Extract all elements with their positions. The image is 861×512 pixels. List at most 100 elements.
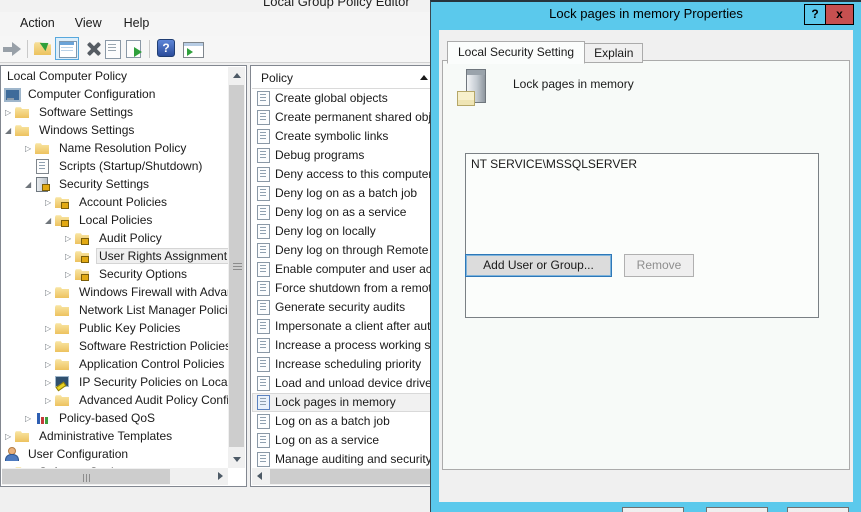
tree-item[interactable]: ▷IP Security Policies on Local C — [2, 373, 228, 391]
tree-item[interactable]: User Configuration — [2, 445, 228, 463]
expand-arrow-icon[interactable]: ▷ — [45, 374, 55, 392]
tree-item[interactable]: ◢Windows Settings — [2, 121, 228, 139]
policy-list-item[interactable]: Enable computer and user acc — [252, 260, 433, 279]
expand-arrow-icon[interactable]: ▷ — [45, 284, 55, 302]
tree-item[interactable]: ◢Security Settings — [2, 175, 228, 193]
show-window-icon[interactable] — [183, 39, 204, 59]
members-listbox[interactable]: NT SERVICE\MSSQLSERVER — [465, 153, 819, 318]
policy-list-item[interactable]: Create symbolic links — [252, 127, 433, 146]
expand-arrow-icon[interactable]: ▷ — [45, 320, 55, 338]
member-item[interactable]: NT SERVICE\MSSQLSERVER — [466, 154, 818, 174]
tree-item[interactable]: Local Computer Policy — [2, 67, 228, 85]
tree-item[interactable]: ▷Public Key Policies — [2, 319, 228, 337]
policy-list-item[interactable]: Deny log on locally — [252, 222, 433, 241]
tree-item[interactable]: ▷Administrative Templates — [2, 427, 228, 445]
tree-item[interactable]: Network List Manager Policie — [2, 301, 228, 319]
tree-item[interactable]: ▷Windows Firewall with Advan — [2, 283, 228, 301]
policy-list-item[interactable]: Increase scheduling priority — [252, 355, 433, 374]
policy-list-item[interactable]: Deny log on as a service — [252, 203, 433, 222]
expand-arrow-icon[interactable]: ▷ — [65, 248, 75, 266]
forward-arrow-icon[interactable] — [2, 39, 24, 59]
tree-item[interactable]: ▷Account Policies — [2, 193, 228, 211]
menu-help[interactable]: Help — [122, 12, 152, 30]
tree-item[interactable]: ▷Security Options — [2, 265, 228, 283]
export-list-icon[interactable] — [125, 39, 144, 59]
scrollbar-thumb[interactable] — [229, 85, 244, 447]
policy-list-item[interactable]: Deny log on through Remote — [252, 241, 433, 260]
expand-arrow-icon[interactable]: ▷ — [65, 230, 75, 248]
expand-arrow-icon[interactable]: ▷ — [45, 338, 55, 356]
menu-action[interactable]: Action — [18, 12, 57, 30]
dialog-title: Lock pages in memory Properties — [431, 6, 861, 21]
tree-item[interactable]: ▷Software Restriction Policies — [2, 337, 228, 355]
policy-list-item[interactable]: Debug programs — [252, 146, 433, 165]
policy-list-item[interactable]: Log on as a batch job — [252, 412, 433, 431]
expand-arrow-icon[interactable]: ▷ — [5, 104, 15, 122]
menu-view[interactable]: View — [73, 12, 104, 30]
dialog-close-button[interactable]: x — [826, 5, 853, 24]
policy-list-item[interactable]: Deny log on as a batch job — [252, 184, 433, 203]
expand-arrow-icon[interactable]: ▷ — [45, 356, 55, 374]
tree-item[interactable]: Scripts (Startup/Shutdown) — [2, 157, 228, 175]
tree-item[interactable]: ▷Software Settings — [2, 103, 228, 121]
policy-list-item[interactable]: Increase a process working set — [252, 336, 433, 355]
delete-icon[interactable] — [85, 39, 105, 59]
tree-item[interactable]: ▷Policy-based QoS — [2, 409, 228, 427]
scroll-up-button[interactable] — [228, 67, 245, 84]
cancel-button[interactable]: Cancel — [706, 507, 768, 512]
menu-file[interactable]: File — [0, 12, 4, 30]
expand-arrow-icon[interactable]: ▷ — [45, 194, 55, 212]
policy-list-item[interactable]: Create permanent shared obje — [252, 108, 433, 127]
policy-column-header[interactable]: Policy — [252, 67, 433, 89]
tree-item[interactable]: ▷ User Rights Assignment — [2, 247, 228, 265]
scroll-left-button[interactable] — [252, 468, 269, 485]
console-tree-toggle-icon[interactable] — [55, 37, 79, 60]
tree-item[interactable]: ▷Audit Policy — [2, 229, 228, 247]
policy-list-item[interactable]: Generate security audits — [252, 298, 433, 317]
tree-item[interactable]: ▷Name Resolution Policy — [2, 139, 228, 157]
help-icon[interactable] — [157, 39, 175, 57]
expand-arrow-icon[interactable]: ▷ — [5, 428, 15, 446]
policy-list-item[interactable]: Manage auditing and security — [252, 450, 433, 468]
dialog-help-button[interactable]: ? — [805, 5, 826, 24]
expand-arrow-icon[interactable]: ▷ — [25, 140, 35, 158]
properties-icon[interactable] — [104, 39, 121, 59]
apply-button[interactable]: Apply — [787, 507, 849, 512]
scroll-down-button[interactable] — [228, 451, 245, 468]
scroll-right-button[interactable] — [211, 468, 228, 485]
tree-vertical-scrollbar[interactable] — [228, 67, 245, 468]
tree-item[interactable]: ▷Application Control Policies — [2, 355, 228, 373]
tree-item[interactable]: ▷Advanced Audit Policy Confi — [2, 391, 228, 409]
policy-list-item[interactable]: Create global objects — [252, 89, 433, 108]
expand-arrow-icon[interactable]: ▷ — [65, 266, 75, 284]
scrollbar-thumb[interactable] — [2, 469, 170, 484]
add-user-or-group-button[interactable]: Add User or Group... — [465, 254, 612, 277]
tree-item[interactable]: Computer Configuration — [2, 85, 228, 103]
expand-arrow-icon[interactable]: ▷ — [45, 392, 55, 410]
policy-list-item[interactable]: Deny access to this computer — [252, 165, 433, 184]
expand-arrow-icon[interactable]: ▷ — [25, 410, 35, 428]
folder-up-icon[interactable] — [34, 39, 53, 59]
scrollbar-thumb[interactable] — [270, 469, 433, 484]
list-horizontal-scrollbar[interactable] — [252, 468, 433, 485]
policy-list-item[interactable]: Force shutdown from a remot — [252, 279, 433, 298]
tree-item[interactable]: ◢Local Policies — [2, 211, 228, 229]
collapse-arrow-icon[interactable]: ◢ — [25, 176, 35, 194]
collapse-arrow-icon[interactable]: ◢ — [5, 122, 15, 140]
remove-button[interactable]: Remove — [624, 254, 694, 277]
policy-list-item[interactable]: Lock pages in memory — [252, 393, 433, 412]
tab-local-security-setting[interactable]: Local Security Setting — [447, 41, 585, 64]
tree-item-label: User Rights Assignment — [96, 248, 228, 264]
policy-list-item[interactable]: Impersonate a client after auth — [252, 317, 433, 336]
collapse-arrow-icon[interactable]: ◢ — [45, 212, 55, 230]
policy-list-pane: Policy Create global objectsCreate perma… — [250, 65, 435, 487]
tree-horizontal-scrollbar[interactable] — [2, 468, 228, 485]
ok-button[interactable]: OK — [622, 507, 684, 512]
tree-item-label: Scripts (Startup/Shutdown) — [56, 158, 205, 174]
policy-item-label: Create symbolic links — [275, 129, 388, 143]
tree-item-label: User Configuration — [25, 446, 131, 462]
tab-explain[interactable]: Explain — [585, 43, 643, 63]
policy-item-label: Enable computer and user acc — [275, 262, 433, 276]
policy-list-item[interactable]: Log on as a service — [252, 431, 433, 450]
policy-list-item[interactable]: Load and unload device driver — [252, 374, 433, 393]
